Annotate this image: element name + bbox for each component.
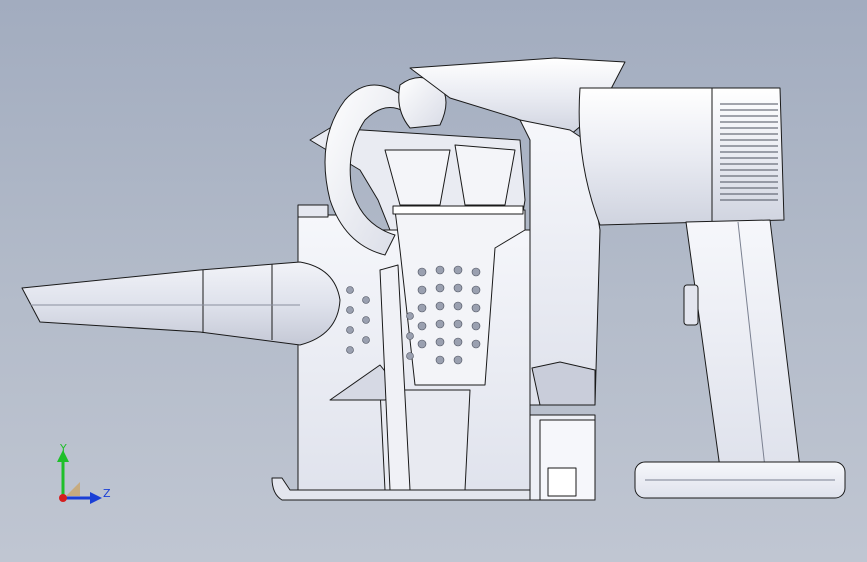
z-axis-label: Z	[103, 487, 111, 500]
triad-corner	[66, 482, 80, 496]
trigger-button	[683, 284, 699, 326]
electronics-window	[547, 467, 577, 497]
crevice-nozzle	[21, 261, 341, 346]
main-body-shadow	[531, 361, 596, 406]
coordinate-triad: Y Z	[57, 442, 111, 504]
bin-cap	[297, 204, 329, 218]
grip-handle	[685, 219, 801, 469]
x-axis-dot	[59, 494, 67, 502]
motor-housing	[578, 87, 785, 226]
cad-viewport[interactable]: Y Z	[0, 0, 867, 562]
mesh-lip	[392, 205, 524, 215]
vacuum-model	[21, 57, 846, 501]
cyclone-cone-right	[454, 144, 516, 206]
z-axis-arrow	[90, 492, 102, 504]
y-axis-label: Y	[59, 442, 67, 455]
